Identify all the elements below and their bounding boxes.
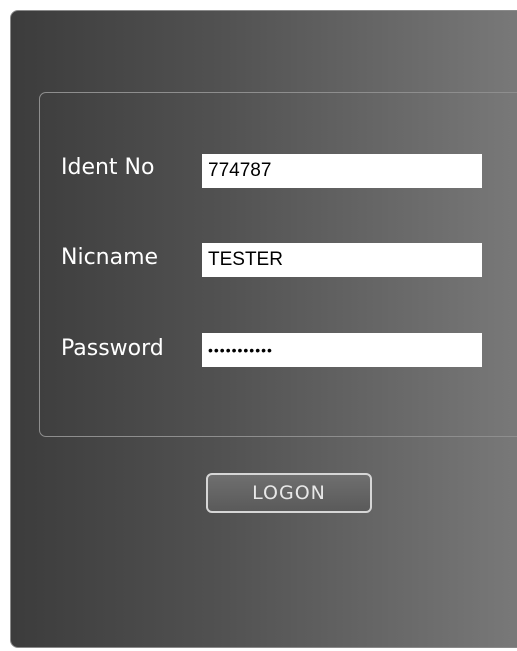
nickname-field[interactable] — [202, 243, 482, 277]
password-field[interactable] — [202, 333, 482, 367]
nickname-label: Nicname — [61, 245, 159, 270]
ident-no-field[interactable] — [202, 154, 482, 188]
ident-no-label: Ident No — [61, 155, 155, 180]
password-label: Password — [61, 336, 164, 361]
logon-button[interactable]: LOGON — [206, 473, 372, 513]
